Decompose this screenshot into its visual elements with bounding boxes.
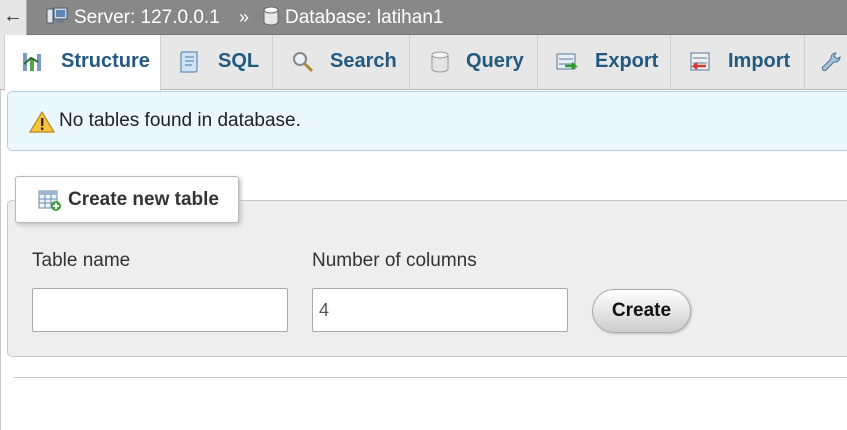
notice-text: No tables found in database. — [59, 110, 301, 131]
tab-export-label: Export — [595, 50, 659, 72]
export-icon — [556, 53, 579, 70]
create-table-form — [7, 200, 847, 357]
table-name-label: Table name — [32, 250, 131, 271]
breadcrumb-database[interactable]: Database: latihan1 — [263, 0, 443, 35]
breadcrumb-database-label: Database: latihan1 — [285, 7, 444, 28]
divider — [14, 377, 847, 378]
breadcrumb-separator: » — [239, 7, 250, 27]
back-arrow-button[interactable]: ← — [0, 0, 27, 35]
server-icon — [46, 7, 68, 24]
tab-structure[interactable]: Structure — [4, 35, 161, 91]
new-table-icon — [38, 190, 61, 211]
tab-search-label: Search — [330, 50, 397, 72]
tab-sql-label: SQL — [218, 50, 260, 72]
no-tables-notice: No tables found in database. — [7, 91, 847, 151]
search-icon — [293, 52, 314, 73]
page-left-border — [0, 90, 1, 430]
sql-icon — [180, 51, 198, 73]
number-of-columns-input[interactable] — [312, 288, 568, 332]
tab-search[interactable]: Search — [273, 35, 410, 90]
structure-icon — [23, 53, 41, 71]
number-of-columns-label: Number of columns — [312, 250, 477, 271]
tab-bar: Structure SQL Search Query Export Import — [0, 35, 847, 91]
tab-export[interactable]: Export — [538, 35, 671, 90]
query-icon — [431, 51, 449, 73]
database-icon — [263, 6, 279, 26]
wrench-icon — [821, 52, 841, 72]
tab-import-label: Import — [728, 50, 791, 72]
import-icon — [690, 52, 710, 71]
tab-sql[interactable]: SQL — [161, 35, 273, 90]
tab-query-label: Query — [466, 50, 524, 72]
create-table-legend-label: Create new table — [68, 189, 219, 210]
tab-structure-label: Structure — [61, 50, 150, 72]
create-table-legend: Create new table — [15, 176, 239, 223]
create-button[interactable]: Create — [592, 289, 691, 333]
tab-query[interactable]: Query — [410, 35, 538, 90]
breadcrumb-server-label: Server: 127.0.0.1 — [74, 7, 220, 28]
table-name-input[interactable] — [32, 288, 288, 332]
breadcrumb-server[interactable]: Server: 127.0.0.1 — [46, 0, 220, 35]
warning-icon — [29, 111, 55, 133]
tab-operations[interactable] — [805, 35, 847, 90]
tab-import[interactable]: Import — [671, 35, 805, 90]
breadcrumb: ← Server: 127.0.0.1 » Database: latihan1 — [0, 0, 847, 35]
